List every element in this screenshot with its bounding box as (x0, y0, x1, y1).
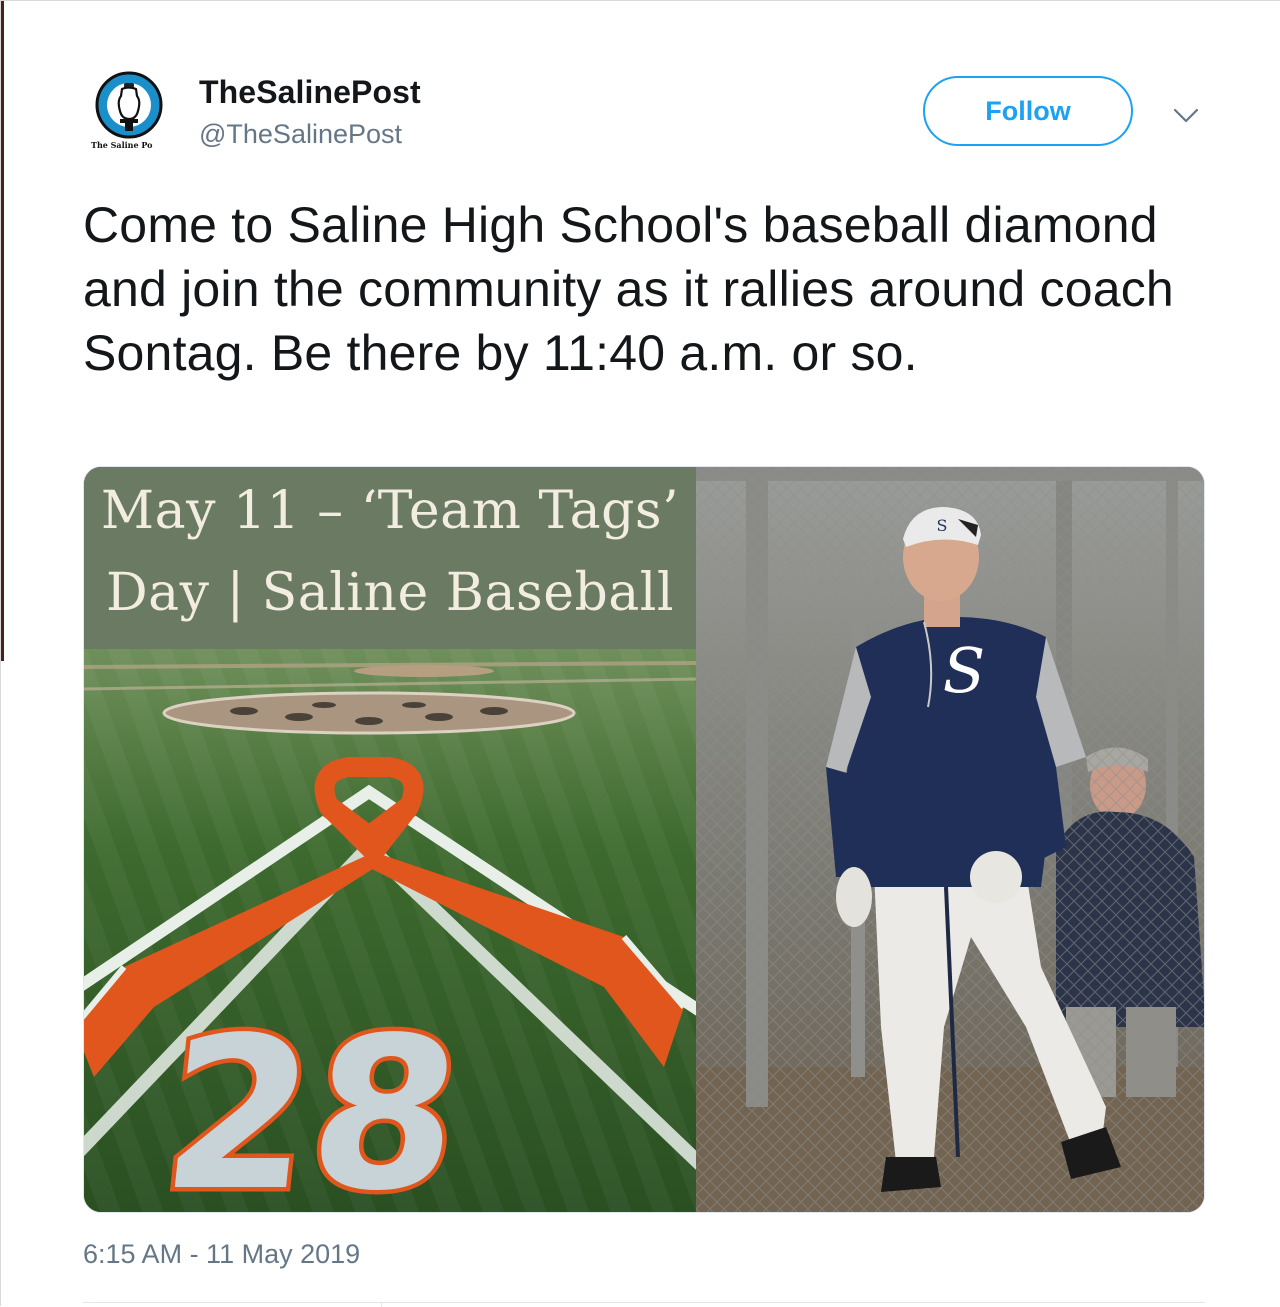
coach-photo[interactable]: S S (696, 467, 1204, 1212)
saline-post-logo-icon: The Saline Po (91, 71, 163, 150)
field-graphic-image[interactable]: May 11 – ‘Team Tags’ Day | Saline Baseba… (84, 467, 729, 1213)
tweet-timestamp[interactable]: 6:15 AM - 11 May 2019 (83, 1239, 360, 1270)
window-edge (1, 1, 4, 661)
cap-logo: S (937, 516, 948, 535)
tweet-text: Come to Saline High School's baseball di… (83, 197, 1174, 381)
jersey-logo: S (943, 634, 985, 707)
tweet-menu-button[interactable] (1167, 97, 1205, 135)
follow-button[interactable]: Follow (923, 76, 1133, 146)
user-handle[interactable]: @TheSalinePost (199, 119, 402, 150)
chevron-down-icon (1173, 108, 1199, 123)
field-number-graphic: 28 (148, 988, 475, 1213)
tweet-card: The Saline Po TheSalinePost @TheSalinePo… (0, 0, 1280, 1307)
field-number: 28 (153, 993, 471, 1213)
user-avatar[interactable]: The Saline Po (89, 69, 169, 150)
tweet-media[interactable]: May 11 – ‘Team Tags’ Day | Saline Baseba… (83, 466, 1205, 1213)
coach-on-field-photo: S S (696, 467, 1204, 1212)
footer-divider-tick (381, 1302, 382, 1307)
display-name[interactable]: TheSalinePost (199, 74, 421, 111)
footer-divider (83, 1302, 1205, 1303)
avatar-caption: The Saline Po (91, 140, 153, 149)
